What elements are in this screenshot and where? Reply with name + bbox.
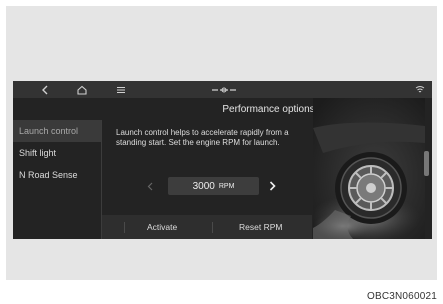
divider	[212, 222, 213, 233]
scrollbar[interactable]	[424, 151, 429, 176]
sidebar-item-shift-light[interactable]: Shift light	[13, 142, 101, 164]
description-text: Launch control helps to accelerate rapid…	[116, 128, 289, 147]
activate-button[interactable]: Activate	[147, 215, 177, 239]
infotainment-screen: Performance options Launch control Shift…	[13, 81, 432, 239]
chevron-left-icon	[147, 182, 153, 190]
chevron-right-icon	[269, 181, 276, 191]
sidebar-item-n-road-sense[interactable]: N Road Sense	[13, 164, 101, 186]
back-icon[interactable]	[37, 83, 53, 96]
signal-icon	[413, 83, 427, 96]
menu-icon[interactable]	[114, 83, 128, 96]
rpm-stepper: 3000 RPM	[141, 177, 291, 195]
increase-rpm-button[interactable]	[263, 177, 281, 195]
divider	[124, 222, 125, 233]
rpm-value: 3000	[192, 180, 215, 192]
connection-status-icon	[209, 83, 239, 96]
home-icon[interactable]	[74, 83, 90, 96]
sidebar: Launch control Shift light N Road Sense	[13, 120, 101, 186]
top-bar	[13, 81, 432, 98]
sidebar-item-launch-control[interactable]: Launch control	[13, 120, 101, 142]
rpm-unit: RPM	[218, 182, 235, 190]
car-wheel-image	[313, 98, 425, 239]
rpm-value-display[interactable]: 3000 RPM	[168, 177, 259, 195]
image-code: OBC3N060021	[366, 291, 437, 302]
action-bar: Activate Reset RPM	[102, 215, 312, 239]
reset-rpm-button[interactable]: Reset RPM	[239, 215, 282, 239]
decrease-rpm-button[interactable]	[141, 177, 159, 195]
